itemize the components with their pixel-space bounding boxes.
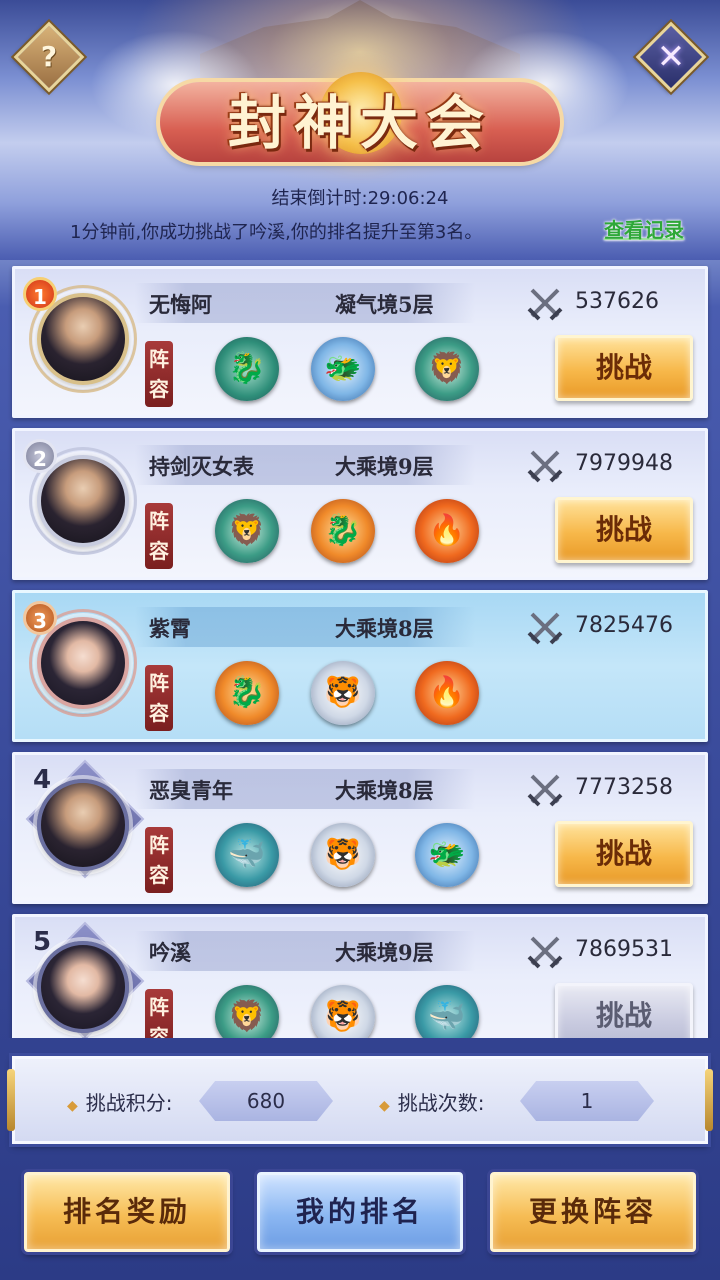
challenge-button[interactable]: 挑战 bbox=[555, 821, 693, 887]
lineup-tag: 阵容 bbox=[145, 503, 173, 569]
battle-power: 7979948 bbox=[575, 451, 673, 476]
battle-power: 7825476 bbox=[575, 613, 673, 638]
countdown-value: 29:06:24 bbox=[367, 188, 449, 209]
lineup-tag-char: 阵 bbox=[149, 509, 169, 533]
rank-badge: 1 bbox=[23, 277, 57, 311]
challenge-button[interactable]: 挑战 bbox=[555, 497, 693, 563]
player-realm: 凝气境5层 bbox=[335, 292, 434, 317]
qilin-green-icon[interactable]: 🦁 bbox=[415, 337, 479, 401]
challenge-notice: 1分钟前,你成功挑战了吟溪,你的排名提升至第3名。 bbox=[70, 222, 483, 243]
crossed-swords-icon bbox=[527, 936, 563, 969]
countdown-label: 结束倒计时: bbox=[271, 188, 368, 209]
lineup-tag: 阵容 bbox=[145, 665, 173, 731]
view-log-link[interactable]: 查看记录 bbox=[604, 214, 684, 243]
ranking-list[interactable]: 1 无悔阿 凝气境5层 537626 阵容 🐉 🐲 🦁 挑战 2 持剑灭女表 大… bbox=[0, 262, 720, 1038]
rank-number: 4 bbox=[33, 765, 52, 795]
lineup-tag-char: 容 bbox=[149, 377, 169, 401]
phoenix-icon[interactable]: 🔥 bbox=[415, 661, 479, 725]
ranking-row: 5 吟溪 大乘境9层 7869531 阵容 🦁 🐯 🐳 挑战 bbox=[12, 914, 708, 1038]
countdown-timer: 结束倒计时:29:06:24 bbox=[0, 184, 720, 210]
battle-power: 7773258 bbox=[575, 775, 673, 800]
page-title: 封神大会 bbox=[227, 89, 492, 157]
header-banner: 封神大会 ? ✕ 结束倒计时:29:06:24 1分钟前,你成功挑战了吟溪,你的… bbox=[0, 0, 720, 260]
dragon-golden-icon[interactable]: 🐉 bbox=[311, 499, 375, 563]
count-value: 1 bbox=[520, 1081, 654, 1121]
player-realm: 大乘境9层 bbox=[335, 940, 434, 965]
lineup-tag: 阵容 bbox=[145, 827, 173, 893]
player-realm: 大乘境9层 bbox=[335, 454, 434, 479]
challenge-button[interactable]: 挑战 bbox=[555, 335, 693, 401]
count-label-text: 挑战次数: bbox=[397, 1091, 485, 1115]
player-realm: 大乘境8层 bbox=[335, 616, 434, 641]
player-name: 持剑灭女表 bbox=[149, 454, 254, 479]
count-label: ◆ 挑战次数: bbox=[379, 1087, 485, 1116]
crossed-swords-icon bbox=[527, 450, 563, 483]
player-name: 恶臭青年 bbox=[149, 778, 233, 803]
qilin-green-icon[interactable]: 🦁 bbox=[215, 985, 279, 1038]
score-label-text: 挑战积分: bbox=[85, 1091, 173, 1115]
crossed-swords-icon bbox=[527, 288, 563, 321]
change-lineup-button[interactable]: 更换阵容 bbox=[490, 1172, 696, 1252]
lineup-tag-char: 容 bbox=[149, 701, 169, 725]
lineup-tag: 阵容 bbox=[145, 989, 173, 1038]
qilin-green-icon[interactable]: 🦁 bbox=[215, 499, 279, 563]
dragon-azure-icon[interactable]: 🐲 bbox=[311, 337, 375, 401]
crossed-swords-icon bbox=[527, 612, 563, 645]
player-name: 吟溪 bbox=[149, 940, 191, 965]
challenge-button-disabled[interactable]: 挑战 bbox=[555, 983, 693, 1038]
my-rank-button[interactable]: 我的排名 bbox=[257, 1172, 463, 1252]
black-tortoise-icon[interactable]: 🐳 bbox=[215, 823, 279, 887]
help-icon[interactable]: ? bbox=[24, 32, 74, 82]
player-name: 紫霄 bbox=[149, 616, 191, 641]
white-tiger-icon[interactable]: 🐯 bbox=[311, 985, 375, 1038]
lineup-tag-char: 容 bbox=[149, 863, 169, 887]
crossed-swords-icon bbox=[527, 774, 563, 807]
white-tiger-icon[interactable]: 🐯 bbox=[311, 661, 375, 725]
lineup-tag: 阵容 bbox=[145, 341, 173, 407]
diamond-bullet-icon: ◆ bbox=[379, 1098, 390, 1114]
phoenix-icon[interactable]: 🔥 bbox=[415, 499, 479, 563]
score-label: ◆ 挑战积分: bbox=[67, 1087, 173, 1116]
lineup-tag-char: 阵 bbox=[149, 671, 169, 695]
player-realm: 大乘境8层 bbox=[335, 778, 434, 803]
close-icon[interactable]: ✕ bbox=[646, 32, 696, 82]
ranking-row-mine: 3 紫霄 大乘境8层 7825476 阵容 🐉 🐯 🔥 bbox=[12, 590, 708, 742]
white-tiger-icon[interactable]: 🐯 bbox=[311, 823, 375, 887]
rank-number: 5 bbox=[33, 927, 52, 957]
challenge-points-bar: ◆ 挑战积分: 680 ◆ 挑战次数: 1 bbox=[7, 1056, 713, 1144]
rank-reward-button[interactable]: 排名奖励 bbox=[24, 1172, 230, 1252]
dragon-golden-icon[interactable]: 🐉 bbox=[215, 661, 279, 725]
rank-badge: 2 bbox=[23, 439, 57, 473]
battle-power: 537626 bbox=[575, 289, 659, 314]
black-tortoise-icon[interactable]: 🐳 bbox=[415, 985, 479, 1038]
ranking-row: 4 恶臭青年 大乘境8层 7773258 阵容 🐳 🐯 🐲 挑战 bbox=[12, 752, 708, 904]
lineup-tag-char: 容 bbox=[149, 539, 169, 563]
ranking-row: 2 持剑灭女表 大乘境9层 7979948 阵容 🦁 🐉 🔥 挑战 bbox=[12, 428, 708, 580]
battle-power: 7869531 bbox=[575, 937, 673, 962]
player-name: 无悔阿 bbox=[149, 292, 212, 317]
lineup-tag-char: 阵 bbox=[149, 833, 169, 857]
ranking-row: 1 无悔阿 凝气境5层 537626 阵容 🐉 🐲 🦁 挑战 bbox=[12, 266, 708, 418]
dragon-azure-icon[interactable]: 🐲 bbox=[415, 823, 479, 887]
score-value: 680 bbox=[199, 1081, 333, 1121]
lineup-tag-char: 容 bbox=[149, 1025, 169, 1038]
rank-badge: 3 bbox=[23, 601, 57, 635]
lineup-tag-char: 阵 bbox=[149, 347, 169, 371]
lineup-tag-char: 阵 bbox=[149, 995, 169, 1019]
dragon-jade-icon[interactable]: 🐉 bbox=[215, 337, 279, 401]
diamond-bullet-icon: ◆ bbox=[67, 1098, 78, 1114]
